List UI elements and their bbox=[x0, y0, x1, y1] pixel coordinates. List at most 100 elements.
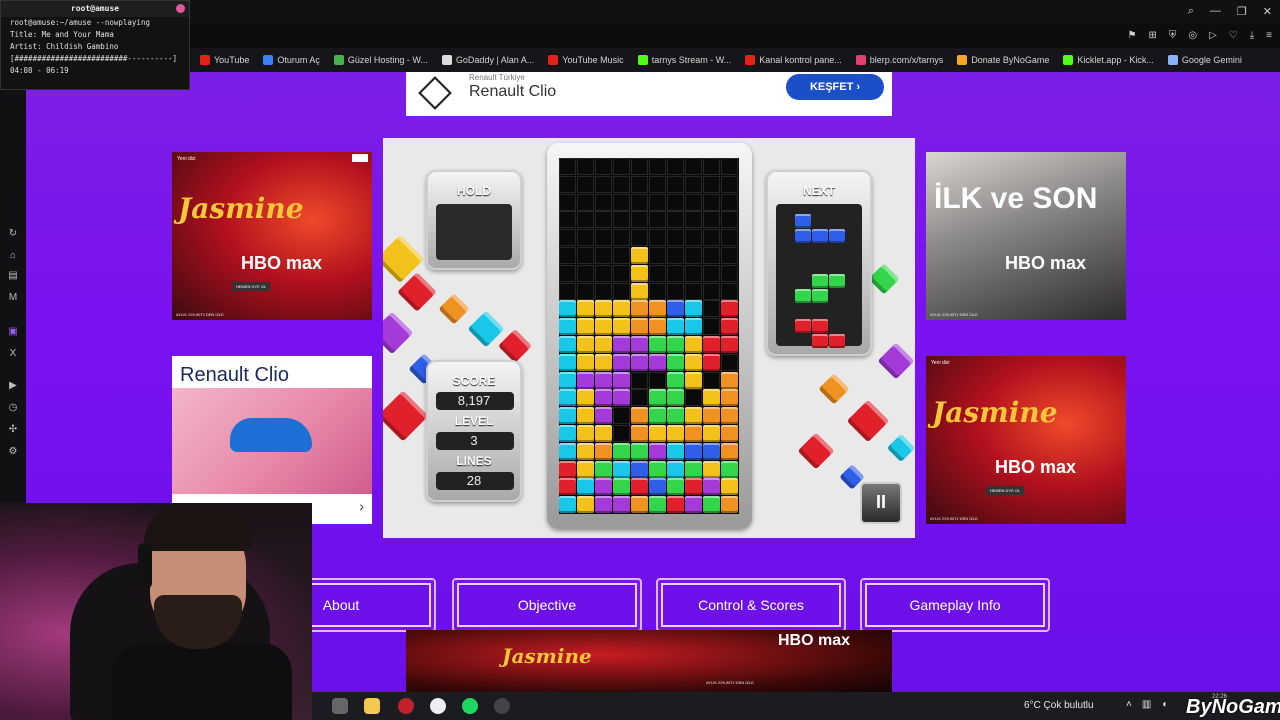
renault-banner-ad[interactable]: Renault Türkiye Renault Clio KEŞFET › bbox=[406, 72, 892, 116]
ad-subscribe-button[interactable]: HEMEN ÜYE OL bbox=[232, 282, 271, 291]
search-icon[interactable]: ⌕ bbox=[1188, 5, 1194, 18]
empty-cell bbox=[685, 264, 702, 282]
empty-cell bbox=[721, 282, 738, 300]
bookmark-item[interactable]: blerp.com/x/tarnys bbox=[855, 55, 943, 65]
terminal-window[interactable]: root@amuse root@amuse:~/amuse --nowplayi… bbox=[0, 0, 190, 90]
restore-icon[interactable]: ❐ bbox=[1237, 5, 1247, 18]
bookmark-item[interactable]: Güzel Hosting - W... bbox=[333, 55, 428, 65]
terminal-title-text: root@amuse bbox=[70, 4, 120, 13]
block-cell bbox=[577, 460, 594, 478]
blerp-icon bbox=[855, 55, 866, 65]
spotify-icon[interactable] bbox=[462, 698, 478, 714]
empty-cell bbox=[559, 247, 576, 264]
obs-icon[interactable] bbox=[494, 698, 510, 714]
objective-button[interactable]: Objective bbox=[452, 578, 642, 632]
block-cell bbox=[667, 496, 684, 514]
block-cell bbox=[685, 478, 702, 496]
bookmark-label: GoDaddy | Alan A... bbox=[455, 55, 535, 65]
empty-cell bbox=[703, 247, 720, 264]
block-cell bbox=[613, 478, 630, 496]
opera-gx-icon[interactable] bbox=[398, 698, 414, 714]
block-cell bbox=[703, 353, 720, 371]
pause-button[interactable]: II bbox=[860, 482, 902, 524]
renault-logo-icon bbox=[418, 76, 452, 110]
block-cell bbox=[721, 300, 738, 318]
block-cell bbox=[667, 371, 684, 389]
empty-cell bbox=[649, 158, 666, 175]
bookmark-item[interactable]: Kicklet.app - Kick... bbox=[1063, 55, 1154, 65]
block-cell bbox=[631, 336, 648, 353]
history-icon[interactable]: ↻ bbox=[7, 228, 19, 240]
decorative-cube bbox=[383, 311, 414, 355]
play-icon[interactable]: ▷ bbox=[1209, 30, 1217, 41]
decorative-cube bbox=[467, 310, 505, 348]
m-icon[interactable]: M bbox=[7, 292, 19, 304]
download-icon[interactable]: ⤓ bbox=[1250, 30, 1254, 41]
heart-icon[interactable]: ♡ bbox=[1229, 30, 1238, 41]
close-icon[interactable]: ✕ bbox=[1263, 5, 1272, 18]
bookmark-item[interactable]: YouTube Music bbox=[548, 55, 624, 65]
bookmark-item[interactable]: YouTube bbox=[200, 55, 249, 65]
ad-title: Jasmine bbox=[502, 644, 592, 668]
controls-scores-button[interactable]: Control & Scores bbox=[656, 578, 846, 632]
hbo-jasmine-ad-left[interactable]: Yeni dizi Jasmine HBO max HEMEN ÜYE OL A… bbox=[172, 152, 372, 320]
close-icon[interactable] bbox=[176, 4, 185, 13]
block-cell bbox=[559, 425, 576, 442]
ad-info-icon[interactable] bbox=[352, 154, 368, 162]
block-cell bbox=[631, 442, 648, 460]
chevron-right-icon[interactable]: › bbox=[359, 498, 364, 514]
game-board[interactable] bbox=[559, 158, 739, 514]
hbo-ilk-son-ad[interactable]: İLK ve SON HBO max AYLIK 229,90TL'DEN İZ… bbox=[926, 152, 1126, 320]
folder-icon[interactable] bbox=[364, 698, 380, 714]
bookmark-label: YouTube Music bbox=[562, 55, 624, 65]
network-icon[interactable]: ▥ bbox=[1142, 699, 1151, 710]
hbo-max-logo: HBO max bbox=[994, 457, 1076, 477]
block-cell bbox=[667, 318, 684, 336]
tetris-game[interactable]: HOLD NEXT SCORE 8,197 LEVEL 3 LINES 28 I… bbox=[383, 138, 915, 538]
block-cell bbox=[559, 496, 576, 514]
shield-icon[interactable]: ⛨ bbox=[1169, 30, 1177, 41]
empty-cell bbox=[559, 264, 576, 282]
block-cell bbox=[577, 389, 594, 407]
empty-cell bbox=[703, 158, 720, 175]
empty-cell bbox=[649, 247, 666, 264]
twitch-icon[interactable]: ▣ bbox=[7, 326, 19, 338]
puzzle-icon[interactable]: ✣ bbox=[7, 424, 19, 436]
empty-cell bbox=[613, 193, 630, 211]
play-circle-icon[interactable]: ▶ bbox=[7, 380, 19, 392]
block-cell bbox=[559, 407, 576, 425]
bookmark-icon[interactable]: ⚑ bbox=[1127, 30, 1136, 41]
minimize-icon[interactable]: — bbox=[1210, 5, 1221, 18]
ad-subscribe-button[interactable]: HEMEN ÜYE OL bbox=[986, 486, 1025, 495]
bynogame-icon bbox=[957, 55, 968, 65]
bookmark-item[interactable]: Google Gemini bbox=[1167, 55, 1242, 65]
ad-price: AYLIK 229,90TL'DEN İZLE bbox=[930, 516, 978, 521]
renault-side-ad[interactable]: Renault Clio › bbox=[172, 356, 372, 524]
terminal-line: [#########################----------] bbox=[10, 54, 178, 63]
hbo-jasmine-ad-right[interactable]: Yeni dizi Jasmine HBO max HEMEN ÜYE OL A… bbox=[926, 356, 1126, 524]
notes-icon[interactable]: ▤ bbox=[7, 270, 19, 282]
gameplay-info-button[interactable]: Gameplay Info bbox=[860, 578, 1050, 632]
bookmark-item[interactable]: Donate ByNoGame bbox=[957, 55, 1049, 65]
github-icon[interactable] bbox=[430, 698, 446, 714]
bag-icon[interactable]: ⌂ bbox=[7, 250, 19, 262]
ad-cta-button[interactable]: KEŞFET › bbox=[786, 74, 884, 100]
menu-icon[interactable]: ≡ bbox=[1266, 30, 1272, 41]
settings-icon[interactable]: ⚙ bbox=[7, 446, 19, 458]
ad-title: Jasmine bbox=[932, 396, 1058, 429]
camera-icon[interactable]: ◎ bbox=[1188, 30, 1197, 41]
clock-icon[interactable]: ◷ bbox=[7, 402, 19, 414]
extensions-icon[interactable]: ⊞ bbox=[1148, 30, 1156, 41]
bookmark-item[interactable]: Kanal kontrol pane... bbox=[745, 55, 842, 65]
mic-icon[interactable]: ◖ bbox=[1161, 699, 1167, 710]
app-icon[interactable] bbox=[332, 698, 348, 714]
bookmark-item[interactable]: tarnys Stream - W... bbox=[637, 55, 731, 65]
hbo-bottom-banner-ad[interactable]: Jasmine HBO max AYLIK 229,90TL'DEN İZLE bbox=[406, 630, 892, 692]
weather-widget[interactable]: 6°C Çok bulutlu bbox=[1024, 700, 1094, 711]
x-icon[interactable]: X bbox=[7, 348, 19, 360]
bookmark-item[interactable]: Oturum Aç bbox=[263, 55, 320, 65]
chevron-up-icon[interactable]: ˄ bbox=[1126, 699, 1132, 710]
bookmark-item[interactable]: GoDaddy | Alan A... bbox=[441, 55, 535, 65]
kicklet-icon bbox=[1063, 55, 1074, 65]
empty-cell bbox=[703, 371, 720, 389]
